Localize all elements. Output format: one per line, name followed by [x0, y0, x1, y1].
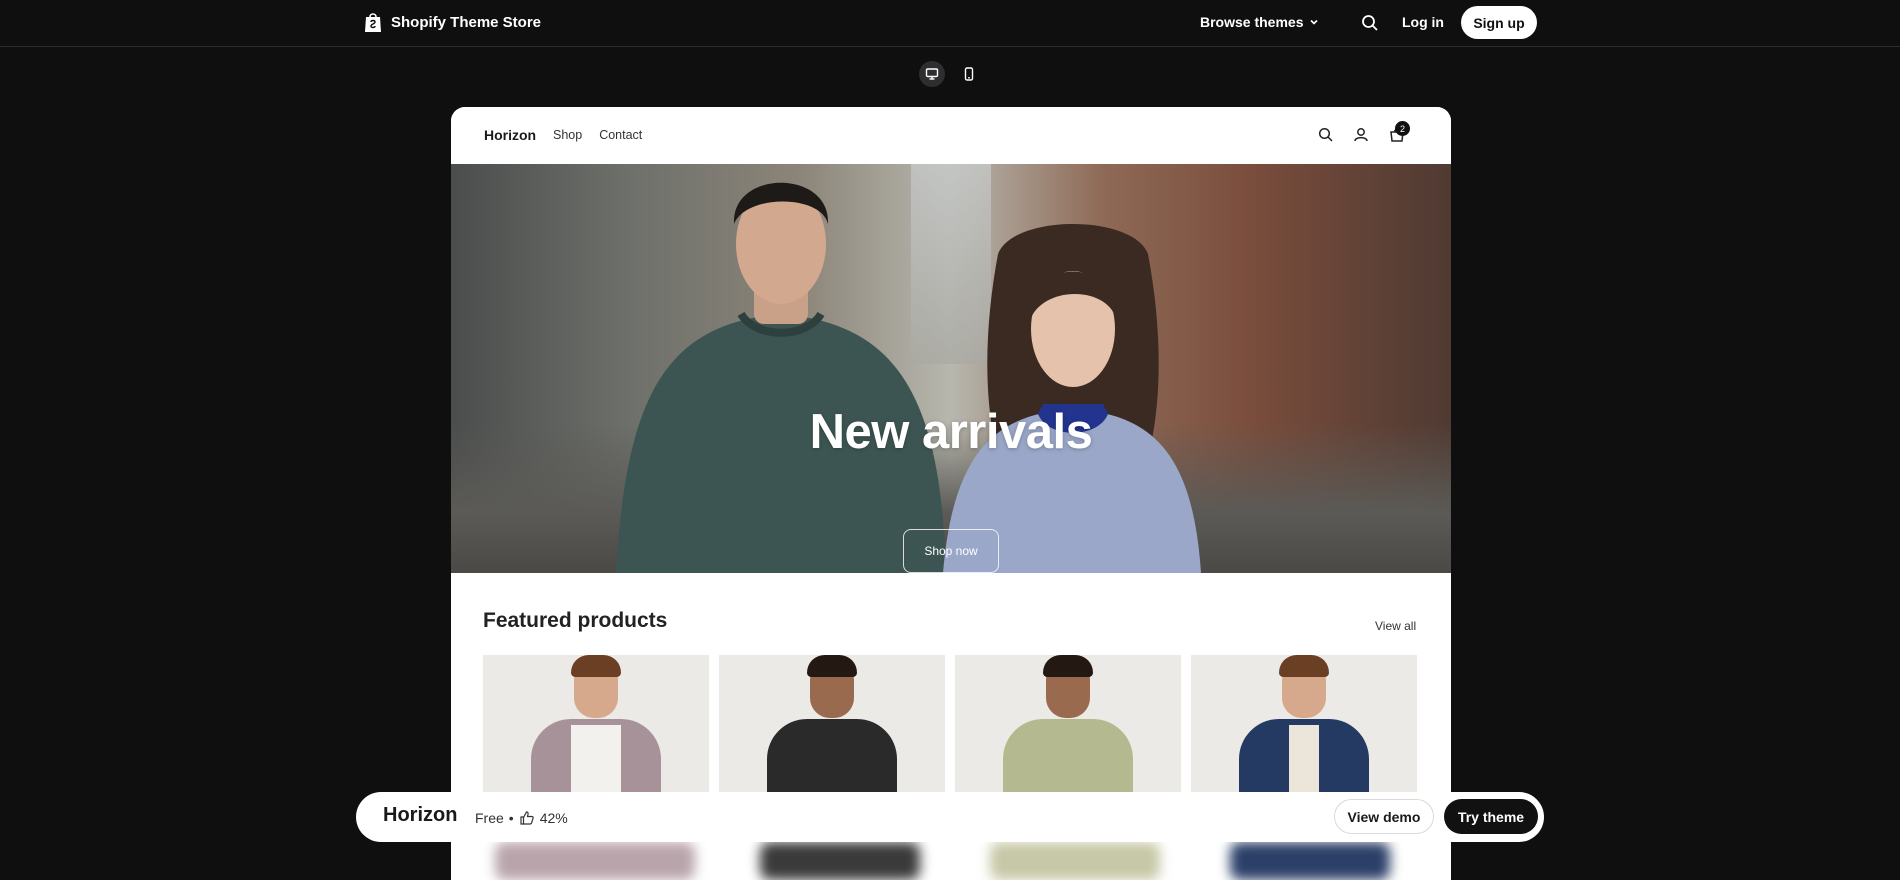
product-image [1003, 719, 1133, 797]
blurred-product-preview [990, 842, 1160, 880]
view-demo-button[interactable]: View demo [1334, 799, 1434, 834]
blurred-product-preview [495, 842, 695, 880]
cart-count-badge: 2 [1395, 121, 1410, 136]
shop-now-button[interactable]: Shop now [903, 529, 999, 573]
theme-meta: Free • 42% [475, 810, 568, 826]
shopify-bag-icon [365, 13, 381, 32]
product-image-hair [1043, 655, 1093, 677]
blurred-product-preview [1230, 842, 1390, 880]
chevron-down-icon [1310, 19, 1319, 25]
mobile-preview-toggle[interactable] [956, 61, 982, 87]
desktop-icon [925, 68, 939, 80]
store-nav: Shop Contact [553, 128, 642, 142]
search-icon[interactable] [1360, 13, 1380, 33]
theme-name: Horizon [383, 804, 458, 826]
view-all-link[interactable]: View all [1375, 619, 1416, 633]
product-card[interactable] [719, 655, 945, 797]
hero-model-man-image [616, 182, 946, 573]
browse-themes-label: Browse themes [1200, 14, 1304, 30]
store-nav-contact[interactable]: Contact [599, 128, 642, 142]
search-icon[interactable] [1317, 126, 1335, 144]
featured-products-heading: Featured products [483, 609, 668, 632]
store-header: Horizon Shop Contact 2 [451, 107, 1451, 164]
signup-button[interactable]: Sign up [1461, 6, 1537, 39]
thumbs-up-icon [520, 811, 534, 825]
theme-action-bar: Horizon Free • 42% View demo Try theme [356, 792, 1544, 842]
mobile-icon [964, 67, 974, 81]
hero-model-woman-image [943, 224, 1201, 573]
blurred-product-preview [760, 842, 920, 880]
hero-banner: New arrivals Shop now [451, 164, 1451, 573]
product-card[interactable] [483, 655, 709, 797]
product-image-hair [1279, 655, 1329, 677]
store-nav-shop[interactable]: Shop [553, 128, 582, 142]
product-image [767, 719, 897, 797]
store-logo[interactable]: Horizon [484, 127, 536, 143]
meta-separator: • [508, 810, 514, 826]
product-card[interactable] [1191, 655, 1417, 797]
product-image-detail [1289, 725, 1319, 797]
theme-rating: 42% [539, 810, 568, 826]
product-image-hair [571, 655, 621, 677]
browse-themes-dropdown[interactable]: Browse themes [1200, 14, 1319, 30]
shopify-brand-link[interactable]: Shopify Theme Store [363, 11, 541, 34]
brand-name: Shopify Theme Store [391, 14, 542, 31]
theme-preview-frame: Horizon Shop Contact 2 New arrivals Shop… [451, 107, 1451, 880]
login-link[interactable]: Log in [1402, 14, 1444, 30]
try-theme-button[interactable]: Try theme [1444, 799, 1538, 834]
desktop-preview-toggle[interactable] [919, 61, 945, 87]
account-icon[interactable] [1352, 126, 1370, 144]
product-image-hair [807, 655, 857, 677]
product-card[interactable] [955, 655, 1181, 797]
product-image-detail [571, 725, 621, 797]
top-navigation: Shopify Theme Store Browse themes Log in… [0, 0, 1900, 47]
theme-price: Free [475, 810, 504, 826]
hero-title: New arrivals [809, 405, 1093, 459]
